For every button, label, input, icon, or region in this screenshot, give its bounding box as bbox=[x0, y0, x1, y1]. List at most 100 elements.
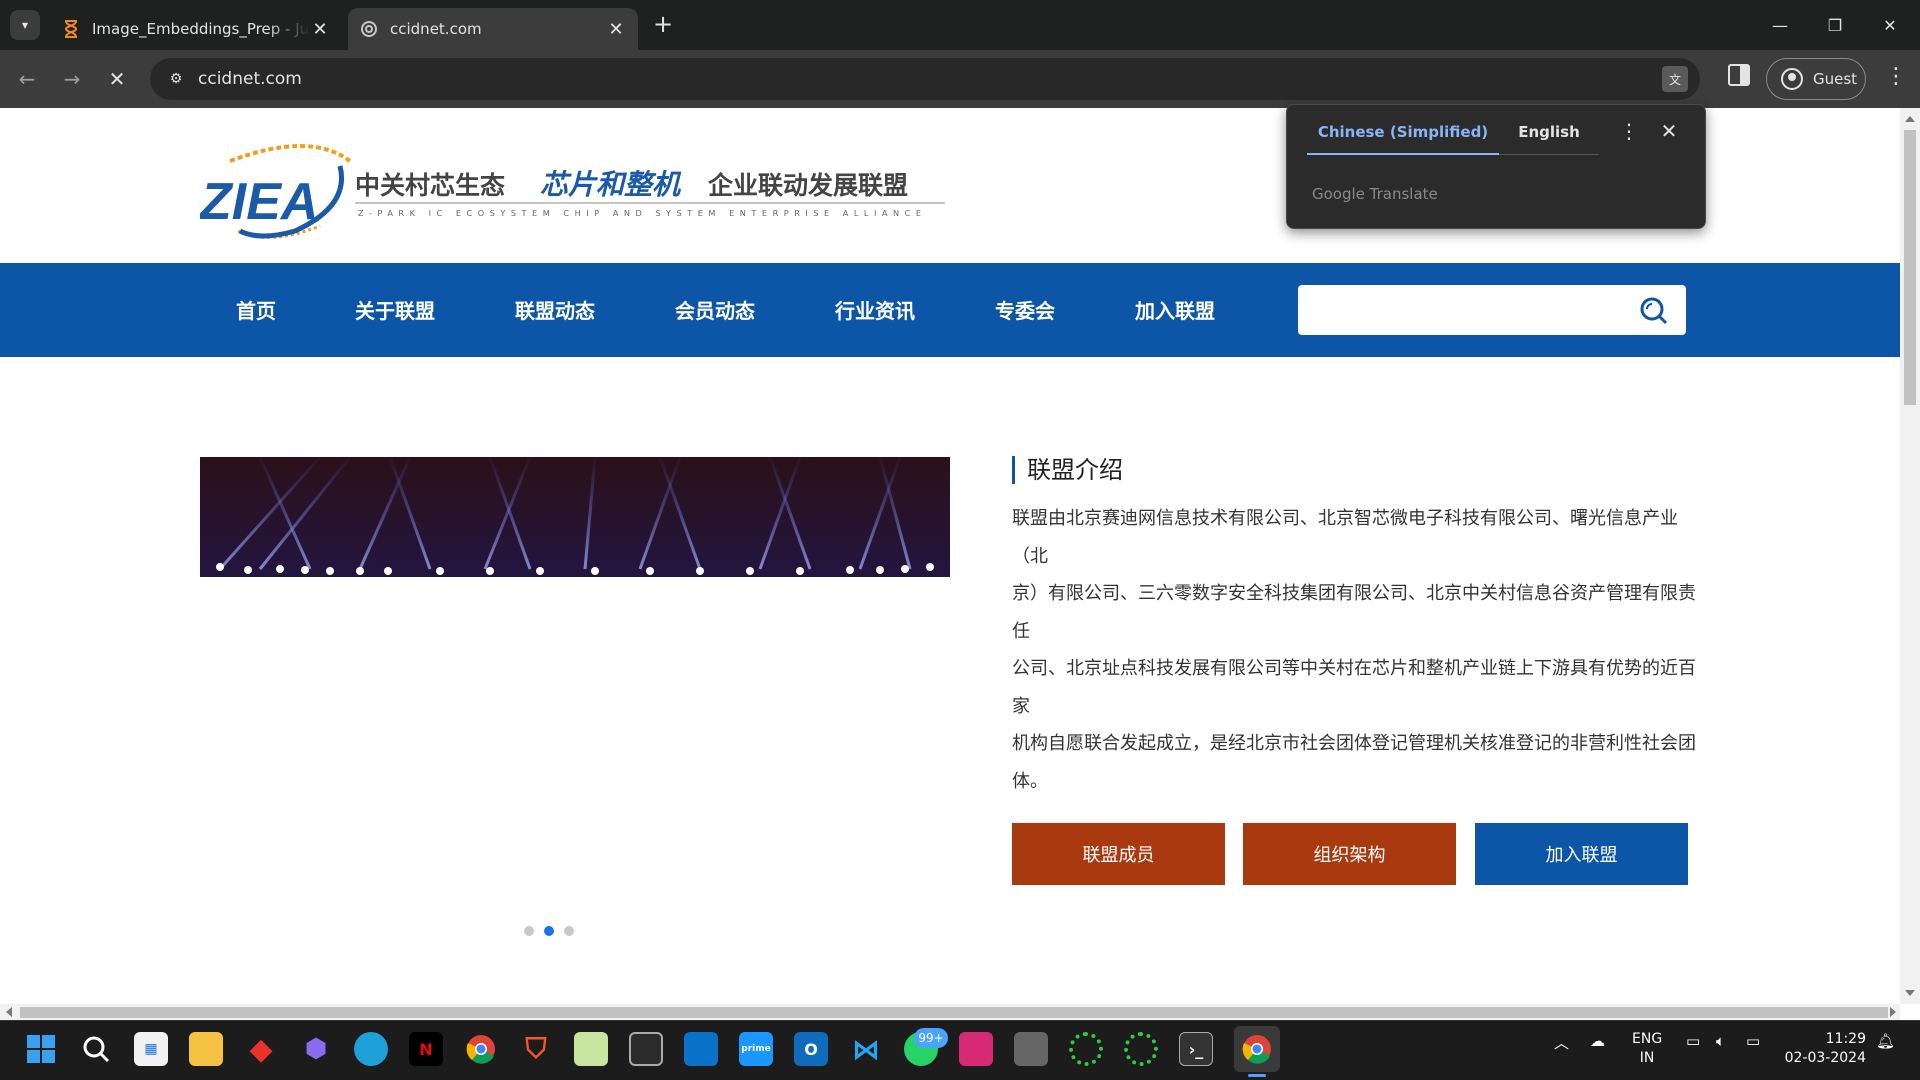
nav-industry-news[interactable]: 行业资讯 bbox=[835, 295, 915, 324]
vscode-icon[interactable]: ⋈ bbox=[849, 1032, 883, 1066]
scroll-right-arrow-icon[interactable] bbox=[1890, 1007, 1896, 1017]
nav-join[interactable]: 加入联盟 bbox=[1135, 295, 1215, 324]
scroll-left-arrow-icon[interactable] bbox=[6, 1007, 12, 1017]
search-icon[interactable] bbox=[79, 1032, 113, 1066]
scrollbar-thumb[interactable] bbox=[20, 1007, 1888, 1018]
logo-abbr: ZIEA bbox=[200, 173, 318, 231]
copilot-icon[interactable]: ⬢ bbox=[299, 1032, 333, 1066]
intro-text: 联盟由北京赛迪网信息技术有限公司、北京智芯微电子科技有限公司、曙光信息产业（北 … bbox=[1012, 500, 1698, 800]
profile-button[interactable]: Guest bbox=[1766, 58, 1866, 100]
active-app-indicator bbox=[1248, 1074, 1266, 1077]
system-clock[interactable]: 11:29 02-03-2024 bbox=[1782, 1030, 1866, 1068]
address-bar[interactable]: ⚙ ccidnet.com 文 bbox=[150, 58, 1700, 100]
lang-region: IN bbox=[1639, 1050, 1655, 1066]
tab-close-icon[interactable]: ✕ bbox=[606, 19, 626, 40]
more-options-icon[interactable]: ⋮ bbox=[1619, 119, 1639, 143]
tab-ccidnet[interactable]: ccidnet.com ✕ bbox=[348, 8, 638, 50]
intro-line: 公司、北京址点科技发展有限公司等中关村在芯片和整机产业链上下游具有优势的近百家 bbox=[1012, 658, 1696, 717]
minimize-button[interactable]: — bbox=[1760, 10, 1800, 40]
carousel-dot[interactable] bbox=[564, 926, 574, 936]
restore-button[interactable]: ❐ bbox=[1815, 10, 1855, 40]
join-alliance-button[interactable]: 加入联盟 bbox=[1475, 823, 1688, 885]
windows-icon[interactable] bbox=[684, 1032, 718, 1066]
language-indicator[interactable]: ENG IN bbox=[1632, 1030, 1662, 1068]
clock-time: 11:29 bbox=[1825, 1031, 1866, 1047]
forward-arrow-icon[interactable]: → bbox=[57, 64, 87, 94]
nav-about[interactable]: 关于联盟 bbox=[355, 295, 435, 324]
spinner-app2-icon[interactable] bbox=[1124, 1032, 1158, 1066]
store-icon[interactable]: ▦ bbox=[134, 1032, 168, 1066]
logo-cn-suffix: 企业联动发展联盟 bbox=[708, 171, 908, 200]
outlook-icon[interactable]: O bbox=[794, 1032, 828, 1066]
browser-menu-icon[interactable]: ⋮ bbox=[1884, 64, 1908, 94]
avatar-icon bbox=[1781, 68, 1803, 90]
lang-code: ENG bbox=[1632, 1031, 1663, 1047]
site-logo[interactable]: ZIEA 中关村芯生态 芯片和整机 企业联动发展联盟 Z-PARK IC ECO… bbox=[200, 136, 950, 246]
tab-title: Image_Embeddings_Prep - Jupyter bbox=[92, 20, 310, 38]
network-icon[interactable]: ▭ bbox=[1686, 1032, 1700, 1050]
tab-target-language[interactable]: English bbox=[1499, 121, 1599, 155]
nav-member-news[interactable]: 会员动态 bbox=[675, 295, 755, 324]
onedrive-icon[interactable]: ☁ bbox=[1590, 1032, 1605, 1050]
mute-speaker-icon[interactable]: 🔈︎ bbox=[1716, 1032, 1725, 1050]
url-text[interactable]: ccidnet.com bbox=[198, 69, 302, 89]
tab-search-button[interactable]: ▾ bbox=[10, 10, 40, 40]
spinner-app-icon[interactable] bbox=[1069, 1032, 1103, 1066]
tab-source-language[interactable]: Chinese (Simplified) bbox=[1307, 121, 1499, 155]
intro-line: 机构自愿联合发起成立，是经北京市社会团体登记管理机关核准登记的非营利性社会团 bbox=[1012, 733, 1696, 754]
git-icon[interactable]: ◆ bbox=[244, 1032, 278, 1067]
whatsapp-badge: 99+ bbox=[914, 1028, 948, 1048]
notification-bell-icon[interactable]: 🔔︎ bbox=[1876, 1032, 1895, 1050]
members-button[interactable]: 联盟成员 bbox=[1012, 823, 1225, 885]
battery-icon[interactable]: ▭ bbox=[1746, 1032, 1760, 1050]
side-panel-icon[interactable] bbox=[1728, 64, 1750, 86]
site-info-icon[interactable]: ⚙ bbox=[164, 67, 188, 91]
prime-video-icon[interactable]: prime bbox=[739, 1032, 773, 1066]
nav-alliance-news[interactable]: 联盟动态 bbox=[515, 295, 595, 324]
google-translate-label: Google Translate bbox=[1312, 185, 1438, 203]
chrome-active-icon[interactable] bbox=[1234, 1026, 1280, 1072]
close-window-button[interactable]: ✕ bbox=[1870, 10, 1910, 40]
hourglass-icon bbox=[62, 20, 80, 38]
powershell-icon[interactable]: ›_ bbox=[1179, 1032, 1213, 1066]
stop-loading-icon[interactable]: ✕ bbox=[102, 64, 132, 94]
carousel-image[interactable] bbox=[200, 457, 950, 577]
tab-bar: ▾ Image_Embeddings_Prep - Jupyter ✕ ccid… bbox=[0, 0, 1920, 50]
search-input[interactable] bbox=[1298, 285, 1686, 335]
scroll-down-arrow-icon[interactable] bbox=[1905, 990, 1915, 996]
scroll-up-arrow-icon[interactable] bbox=[1905, 116, 1915, 122]
scrollbar-thumb[interactable] bbox=[1904, 130, 1916, 405]
terminal-icon[interactable] bbox=[629, 1032, 663, 1066]
brave-icon[interactable]: ⛉ bbox=[519, 1032, 553, 1066]
profile-label: Guest bbox=[1813, 70, 1858, 88]
logo-cn-highlight: 芯片和整机 bbox=[540, 168, 682, 201]
file-explorer-icon[interactable] bbox=[189, 1032, 223, 1066]
tab-jupyter[interactable]: Image_Embeddings_Prep - Jupyter ✕ bbox=[50, 8, 342, 50]
browser-toolbar: ← → ✕ ⚙ ccidnet.com 文 bbox=[0, 50, 1920, 108]
console-icon[interactable] bbox=[1014, 1032, 1048, 1066]
carousel-dot[interactable] bbox=[524, 926, 534, 936]
start-icon[interactable] bbox=[24, 1032, 58, 1066]
logo-cn-prefix: 中关村芯生态 bbox=[355, 171, 505, 200]
horizontal-scrollbar[interactable] bbox=[0, 1004, 1900, 1020]
back-arrow-icon[interactable]: ← bbox=[12, 64, 42, 94]
tray-chevron-icon[interactable]: ︿ bbox=[1554, 1032, 1569, 1053]
intro-line: 联盟由北京赛迪网信息技术有限公司、北京智芯微电子科技有限公司、曙光信息产业（北 bbox=[1012, 508, 1678, 567]
new-tab-button[interactable]: + bbox=[650, 12, 676, 38]
ccidnet-favicon-icon bbox=[360, 20, 378, 38]
nav-committee[interactable]: 专委会 bbox=[995, 295, 1055, 324]
search-icon[interactable] bbox=[1640, 297, 1668, 325]
nav-home[interactable]: 首页 bbox=[236, 295, 276, 324]
notepad-plus-icon[interactable] bbox=[574, 1032, 608, 1066]
instagram-icon[interactable] bbox=[959, 1032, 993, 1066]
organization-button[interactable]: 组织架构 bbox=[1243, 823, 1456, 885]
translate-icon[interactable]: 文 bbox=[1662, 66, 1688, 92]
clock-date: 02-03-2024 bbox=[1784, 1050, 1866, 1066]
carousel-dot-active[interactable] bbox=[544, 926, 554, 936]
chrome-icon[interactable] bbox=[464, 1032, 498, 1066]
vertical-scrollbar[interactable] bbox=[1900, 108, 1920, 1004]
netflix-icon[interactable]: N bbox=[409, 1032, 443, 1066]
close-popup-icon[interactable]: ✕ bbox=[1657, 119, 1681, 143]
tab-close-icon[interactable]: ✕ bbox=[310, 19, 330, 40]
edge-icon[interactable] bbox=[354, 1032, 388, 1066]
